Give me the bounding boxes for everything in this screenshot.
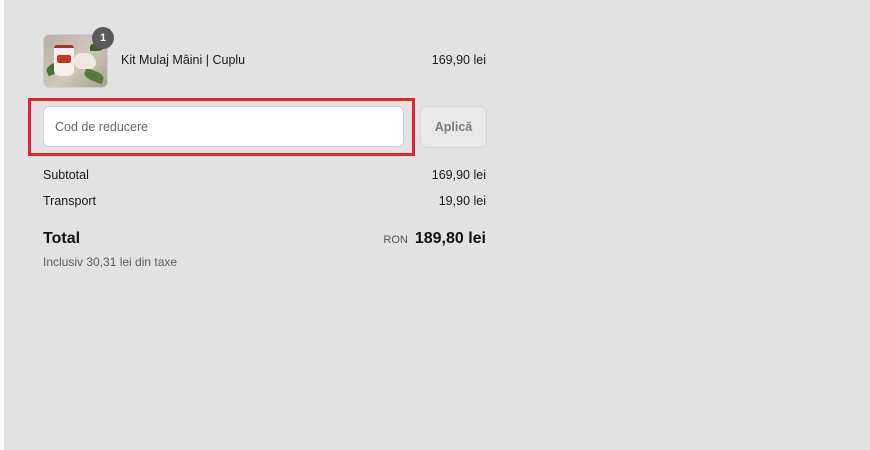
shipping-label: Transport <box>43 194 97 208</box>
order-summary-panel <box>4 0 870 450</box>
shipping-value: 19,90 lei <box>438 194 486 208</box>
quantity-badge: 1 <box>92 27 114 49</box>
hand-cast <box>74 53 96 69</box>
discount-code-input[interactable] <box>43 106 404 147</box>
subtotal-value: 169,90 lei <box>431 168 486 182</box>
subtotal-label: Subtotal <box>43 168 89 182</box>
product-name: Kit Mulaj Mâini | Cuplu <box>121 53 246 67</box>
total-currency: RON <box>383 234 408 246</box>
apply-discount-button[interactable]: Aplică <box>420 106 487 148</box>
leaf-decoration <box>82 67 106 85</box>
total-label: Total <box>43 230 81 247</box>
kit-bucket-label <box>57 55 71 63</box>
total-value: 189,80 lei <box>414 230 486 247</box>
tax-note: Inclusiv 30,31 lei din taxe <box>43 255 178 269</box>
product-price: 169,90 lei <box>431 53 486 67</box>
total-amount: RON 189,80 lei <box>383 230 486 248</box>
